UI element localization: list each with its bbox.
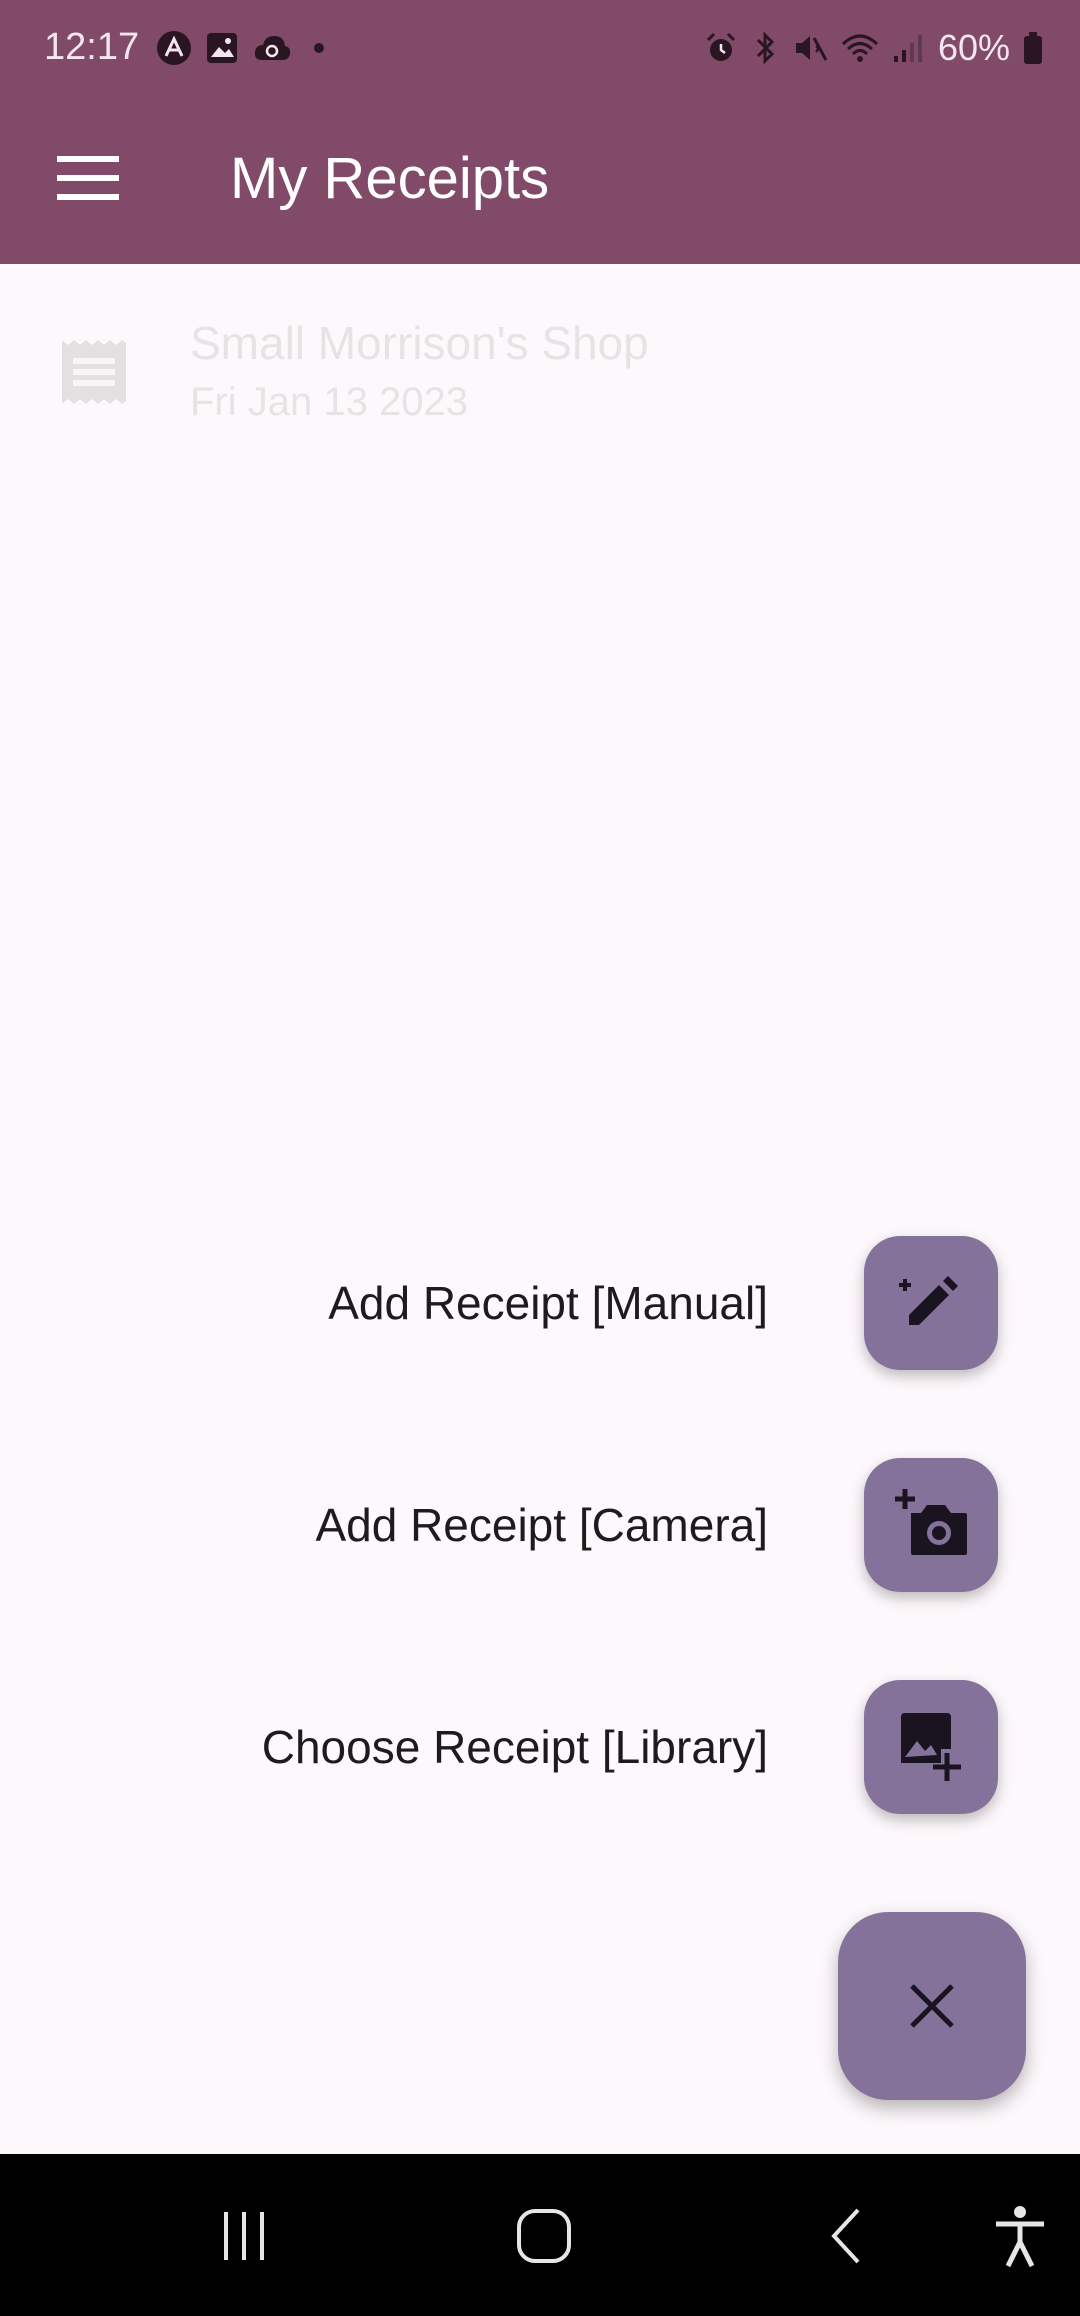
hamburger-menu-icon [57, 156, 119, 200]
add-photo-camera-icon [895, 1489, 967, 1555]
status-time: 12:17 [44, 26, 140, 68]
receipt-list-item[interactable]: Small Morrison's Shop Fri Jan 13 2023 [0, 264, 1080, 444]
navigation-bar [0, 2154, 1080, 2316]
accessibility-button[interactable] [980, 2194, 1060, 2278]
close-icon [910, 1984, 954, 2028]
alarm-icon [706, 32, 735, 61]
recent-apps-icon [224, 2212, 264, 2260]
page-title: My Receipts [230, 146, 550, 211]
edit-pencil-icon [899, 1276, 958, 1325]
dot-icon [314, 43, 324, 53]
status-bar: 12:17 60% [0, 0, 1080, 94]
home-icon [517, 2209, 571, 2263]
receipt-icon [62, 340, 126, 404]
battery-percentage: 60% [937, 27, 1010, 68]
add-receipt-manual-button[interactable] [864, 1236, 998, 1370]
add-receipt-manual-label[interactable]: Add Receipt [Manual] [328, 1276, 768, 1330]
add-receipt-camera-button[interactable] [864, 1458, 998, 1592]
menu-button[interactable] [44, 134, 132, 222]
receipt-title: Small Morrison's Shop [190, 317, 649, 369]
status-right-icons: 60% [704, 26, 1044, 70]
home-button[interactable] [500, 2194, 588, 2278]
cloud-sync-icon [254, 36, 291, 60]
choose-receipt-library-label[interactable]: Choose Receipt [Library] [262, 1720, 768, 1774]
image-icon [207, 33, 237, 63]
choose-receipt-library-button[interactable] [864, 1680, 998, 1814]
status-left-icons [156, 28, 334, 68]
back-button[interactable] [804, 2194, 892, 2278]
app-notification-icon [157, 31, 191, 65]
accessibility-icon [996, 2206, 1044, 2268]
receipt-date: Fri Jan 13 2023 [190, 380, 468, 424]
mute-icon [795, 36, 828, 61]
bluetooth-icon [756, 31, 775, 65]
add-receipt-camera-label[interactable]: Add Receipt [Camera] [315, 1498, 768, 1552]
add-image-icon [901, 1713, 961, 1781]
battery-icon [1024, 32, 1042, 64]
recent-apps-button[interactable] [200, 2194, 288, 2278]
app-bar: My Receipts [0, 94, 1080, 264]
close-fab-button[interactable] [838, 1912, 1026, 2100]
back-icon [831, 2208, 860, 2264]
wifi-icon [841, 34, 878, 62]
signal-icon [893, 35, 922, 62]
